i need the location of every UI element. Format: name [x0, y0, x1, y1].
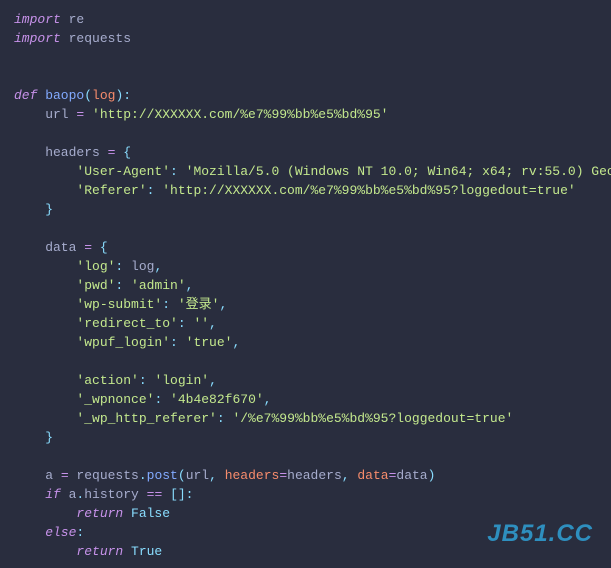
code-line: headers = {	[14, 143, 601, 162]
code-line: 'log': log,	[14, 257, 601, 276]
code-line: 'redirect_to': '',	[14, 314, 601, 333]
code-line	[14, 447, 601, 466]
code-line: url = 'http://XXXXXX.com/%e7%99%bb%e5%bd…	[14, 105, 601, 124]
code-line	[14, 67, 601, 86]
code-line	[14, 352, 601, 371]
code-line: '_wp_http_referer': '/%e7%99%bb%e5%bd%95…	[14, 409, 601, 428]
code-line: 'wpuf_login': 'true',	[14, 333, 601, 352]
code-line: data = {	[14, 238, 601, 257]
code-line: 'Referer': 'http://XXXXXX.com/%e7%99%bb%…	[14, 181, 601, 200]
code-line: 'action': 'login',	[14, 371, 601, 390]
code-line: '_wpnonce': '4b4e82f670',	[14, 390, 601, 409]
watermark-logo: JB51.CC	[487, 524, 593, 543]
code-line: 'User-Agent': 'Mozilla/5.0 (Windows NT 1…	[14, 162, 601, 181]
code-line	[14, 124, 601, 143]
code-line: def baopo(log):	[14, 86, 601, 105]
code-line	[14, 219, 601, 238]
code-line: import re	[14, 10, 601, 29]
code-line: a = requests.post(url, headers=headers, …	[14, 466, 601, 485]
code-line: import requests	[14, 29, 601, 48]
code-line: }	[14, 428, 601, 447]
code-line: if a.history == []:	[14, 485, 601, 504]
code-line	[14, 48, 601, 67]
code-editor: import re import requests def baopo(log)…	[14, 10, 601, 561]
code-line: }	[14, 200, 601, 219]
code-line: 'pwd': 'admin',	[14, 276, 601, 295]
code-line: 'wp-submit': '登录',	[14, 295, 601, 314]
